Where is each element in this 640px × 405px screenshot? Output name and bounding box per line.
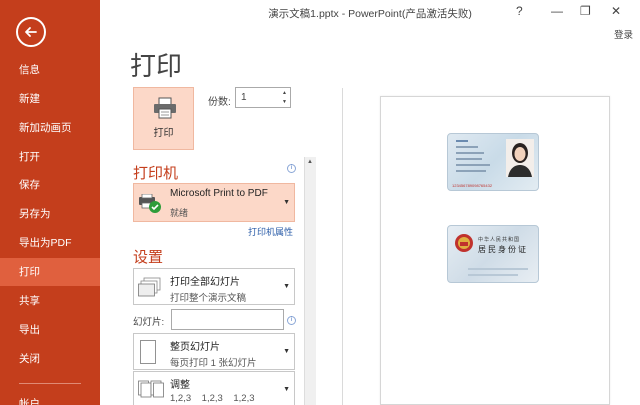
sidebar-item-new-animation-page[interactable]: 新加动画页: [0, 114, 100, 142]
portrait-photo: [506, 139, 534, 177]
backstage-sidebar: 信息 新建 新加动画页 打开 保存 另存为 导出为PDF 打印 共享 导出 关闭…: [0, 0, 100, 405]
collate-icon: [138, 380, 164, 398]
back-arrow-icon[interactable]: [16, 17, 46, 47]
slides-input[interactable]: [171, 309, 284, 330]
sidebar-item-info[interactable]: 信息: [0, 56, 100, 84]
sidebar-item-account[interactable]: 帐户: [0, 390, 100, 405]
settings-scrollbar[interactable]: ▲: [304, 157, 316, 405]
sidebar-item-open[interactable]: 打开: [0, 143, 100, 171]
printer-ready-icon: [139, 194, 161, 213]
id-card-front-image: 123456789098765432: [447, 133, 539, 191]
page-title: 打印: [130, 51, 183, 81]
sidebar-item-new[interactable]: 新建: [0, 85, 100, 113]
help-button[interactable]: ?: [516, 4, 523, 18]
printer-status: 就绪: [170, 208, 189, 218]
close-button[interactable]: ✕: [611, 4, 621, 18]
print-button[interactable]: 打印: [133, 87, 194, 150]
settings-heading: 设置: [133, 249, 164, 266]
restore-button[interactable]: ❐: [580, 4, 591, 18]
divider: [342, 88, 343, 405]
printer-properties-link[interactable]: 打印机属性: [248, 225, 293, 238]
sidebar-item-save-as[interactable]: 另存为: [0, 200, 100, 228]
collate-title: 调整: [170, 380, 190, 391]
spin-up-icon[interactable]: ▲: [282, 90, 287, 96]
printer-heading: 打印机: [133, 165, 179, 182]
sidebar-item-share[interactable]: 共享: [0, 287, 100, 315]
chevron-down-icon: ▼: [283, 199, 290, 206]
sidebar-divider: [19, 383, 81, 384]
full-page-icon: [140, 340, 156, 364]
login-link[interactable]: 登录: [614, 27, 633, 41]
chevron-down-icon: ▼: [283, 386, 290, 393]
slides-label: 幻灯片:: [133, 317, 165, 328]
chevron-down-icon: ▼: [283, 283, 290, 290]
scroll-up-icon[interactable]: ▲: [307, 159, 313, 165]
sidebar-item-print[interactable]: 打印: [0, 258, 100, 286]
id-back-title: 居民身份证: [478, 245, 528, 254]
sidebar-item-export[interactable]: 导出: [0, 316, 100, 344]
info-icon[interactable]: i: [287, 164, 296, 173]
sidebar-item-save[interactable]: 保存: [0, 171, 100, 199]
id-number: 123456789098765432: [452, 183, 493, 188]
copies-value: 1: [241, 92, 247, 103]
printer-name: Microsoft Print to PDF: [170, 188, 268, 199]
copies-label: 份数:: [208, 97, 231, 108]
print-range-subtitle: 打印整个演示文稿: [170, 293, 247, 304]
collate-subtitle: 1,2,3 1,2,3 1,2,3: [170, 393, 255, 404]
slides-stack-icon: [138, 277, 161, 297]
id-card-back-image: 中华人民共和国 居民身份证: [447, 225, 539, 283]
sidebar-item-close[interactable]: 关闭: [0, 345, 100, 373]
info-icon[interactable]: i: [287, 316, 296, 325]
id-back-country: 中华人民共和国: [478, 237, 521, 243]
spin-down-icon[interactable]: ▼: [282, 99, 287, 105]
printer-icon: [154, 97, 176, 119]
layout-title: 整页幻灯片: [170, 342, 220, 353]
copies-input[interactable]: 1 ▲ ▼: [235, 87, 291, 108]
sidebar-item-export-pdf[interactable]: 导出为PDF: [0, 229, 100, 257]
printer-dropdown[interactable]: Microsoft Print to PDF 就绪 ▼: [133, 183, 295, 222]
national-emblem-icon: [455, 234, 473, 252]
print-range-title: 打印全部幻灯片: [170, 277, 240, 288]
collate-dropdown[interactable]: 调整 1,2,3 1,2,3 1,2,3 ▼: [133, 371, 295, 405]
print-button-label: 打印: [153, 128, 174, 139]
minimize-button[interactable]: —: [551, 4, 563, 18]
layout-dropdown[interactable]: 整页幻灯片 每页打印 1 张幻灯片 ▼: [133, 333, 295, 370]
layout-subtitle: 每页打印 1 张幻灯片: [170, 358, 257, 369]
chevron-down-icon: ▼: [283, 348, 290, 355]
print-range-dropdown[interactable]: 打印全部幻灯片 打印整个演示文稿 ▼: [133, 268, 295, 305]
